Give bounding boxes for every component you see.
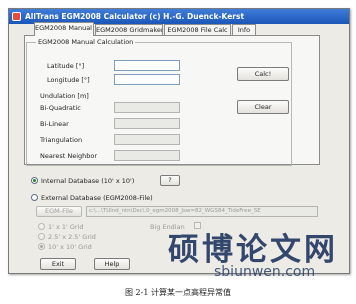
calc-button[interactable]: Calc!: [237, 67, 289, 81]
figure-caption: 图 2-1 计算某一点高程异常值: [125, 288, 231, 297]
longitude-label: Longitude [°]: [47, 76, 90, 84]
grid-10x10-label: 10' x 10' Grid: [48, 243, 92, 251]
bilinear-label: Bi-Linear: [40, 120, 69, 128]
watermark-url: sbiunwen.com: [214, 264, 316, 280]
internal-database-help-button[interactable]: ?: [160, 175, 180, 186]
help-button[interactable]: Help: [94, 258, 130, 270]
external-database-radio[interactable]: [31, 194, 38, 201]
internal-database-radio[interactable]: [31, 177, 38, 184]
egm-file-path[interactable]: c:\...\TUlnd_ntn\Dsc\.0_egm2008_Jsw=82_W…: [86, 206, 318, 217]
grid-10x10-radio[interactable]: [38, 243, 45, 250]
tab-manual-calc[interactable]: EGM2008 Manual Calc: [34, 22, 94, 36]
grid-2-5x2-5-radio[interactable]: [38, 233, 45, 240]
grid-1x1-radio[interactable]: [38, 223, 45, 230]
triangulation-label: Triangulation: [40, 136, 83, 144]
biquadratic-output: [114, 102, 180, 113]
external-database-label: External Database (EGM2008-File): [41, 194, 153, 202]
exit-button[interactable]: Exit: [40, 258, 76, 270]
tab-file-calc[interactable]: EGM2008 File Calc: [164, 24, 231, 35]
undulation-label: Undulation [m]: [40, 92, 89, 100]
watermark-text: 硕博论文网: [168, 232, 338, 268]
internal-database-label: Internal Database (10' x 10'): [41, 177, 135, 185]
nearest-neighbor-output: [114, 150, 180, 161]
tab-info[interactable]: Info: [232, 24, 256, 35]
grid-1x1-label: 1' x 1' Grid: [48, 223, 84, 231]
triangulation-output: [114, 134, 180, 145]
bilinear-output: [114, 118, 180, 129]
clear-button[interactable]: Clear: [237, 100, 289, 114]
latitude-label: Latitude [°]: [47, 62, 85, 70]
group-title: EGM2008 Manual Calculation: [36, 38, 136, 46]
grid-2-5x2-5-label: 2.5' x 2.5' Grid: [48, 233, 96, 241]
biquadratic-label: Bi-Quadratic: [40, 104, 81, 112]
tab-gridmaker[interactable]: EGM2008 Gridmaker: [95, 24, 163, 35]
nearest-neighbor-label: Nearest Neighbor: [40, 152, 98, 160]
app-icon: [12, 12, 21, 21]
longitude-input[interactable]: [114, 74, 180, 85]
egm-file-button[interactable]: EGM-File: [36, 206, 82, 217]
latitude-input[interactable]: [114, 60, 180, 71]
